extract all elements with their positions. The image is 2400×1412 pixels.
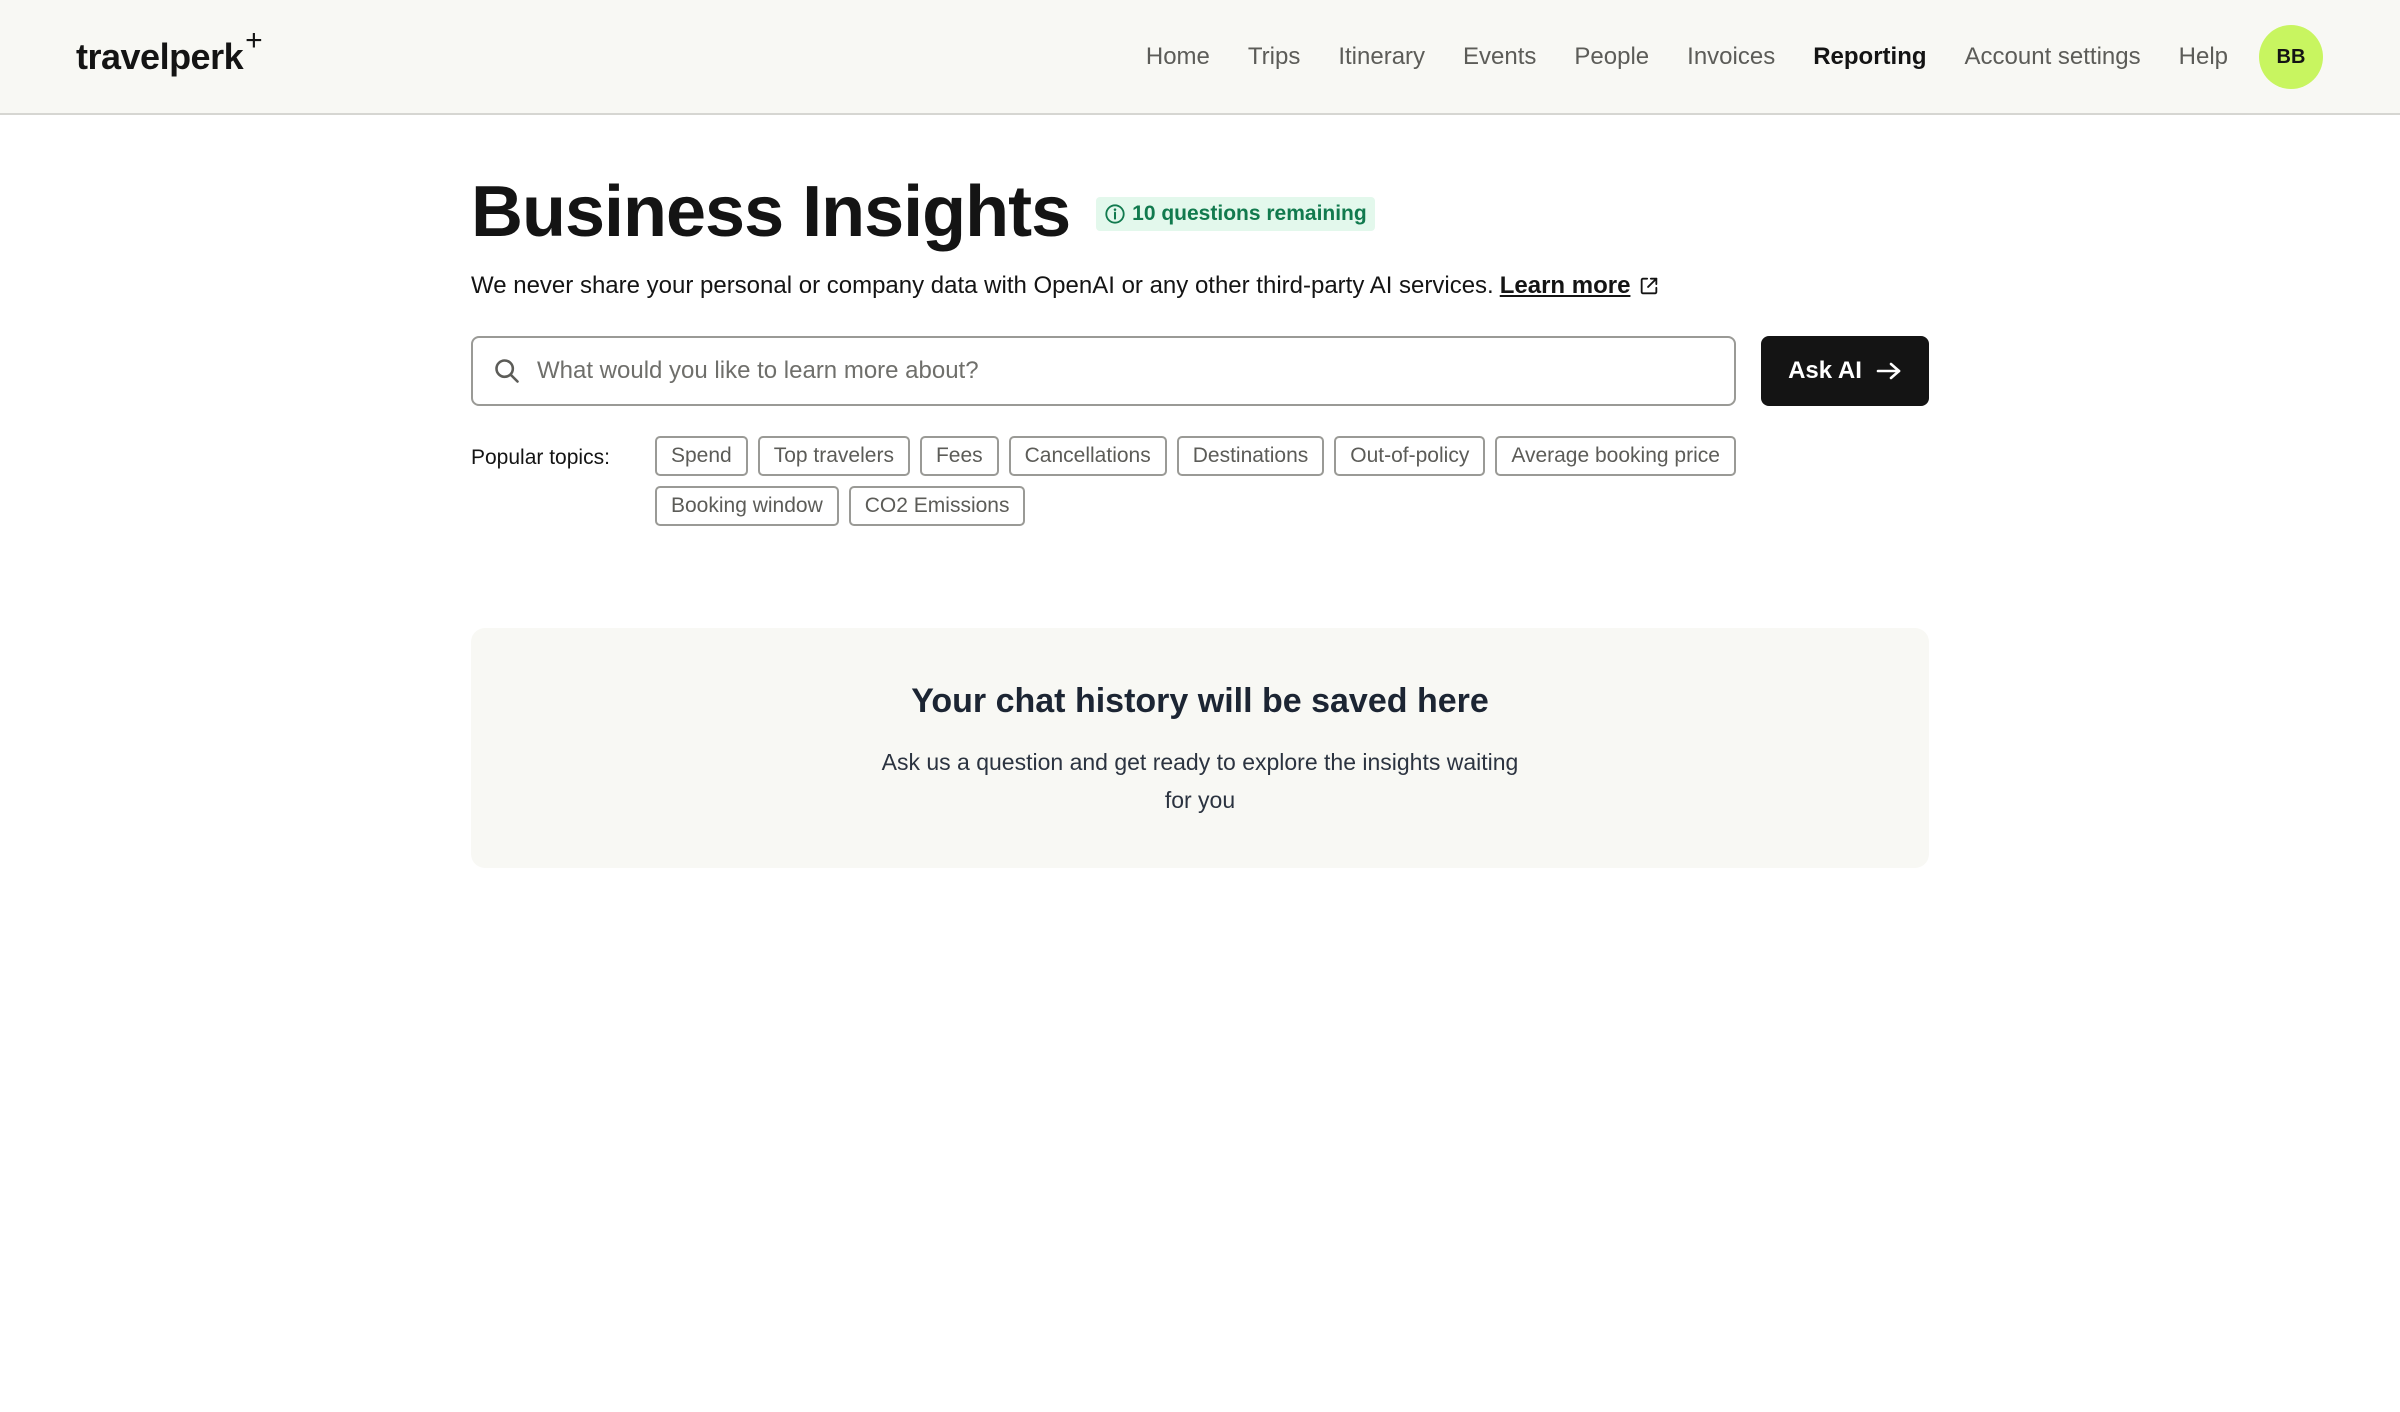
nav-item-account-settings[interactable]: Account settings: [1965, 43, 2141, 71]
chat-history-placeholder: Your chat history will be saved here Ask…: [471, 628, 1929, 868]
topic-chip-co2-emissions[interactable]: CO2 Emissions: [848, 486, 1026, 526]
disclaimer-text: We never share your personal or company …: [471, 272, 1494, 299]
main-content: Business Insights 10 questions remaining…: [471, 170, 1929, 868]
topic-chip-average-booking-price[interactable]: Average booking price: [1495, 436, 1736, 476]
nav-item-reporting[interactable]: Reporting: [1813, 43, 1926, 71]
chat-history-subtitle: Ask us a question and get ready to explo…: [881, 749, 1519, 813]
info-icon: [1105, 204, 1125, 224]
nav-item-itinerary[interactable]: Itinerary: [1338, 43, 1425, 71]
chat-history-title: Your chat history will be saved here: [911, 682, 1489, 720]
main-nav: Home Trips Itinerary Events People Invoi…: [1146, 0, 2228, 113]
learn-more-link[interactable]: Learn more: [1500, 272, 1631, 300]
ask-ai-button[interactable]: Ask AI: [1761, 336, 1929, 406]
user-avatar[interactable]: BB: [2259, 25, 2323, 89]
nav-item-help[interactable]: Help: [2179, 43, 2228, 71]
questions-remaining-badge: 10 questions remaining: [1096, 197, 1375, 231]
topic-chip-out-of-policy[interactable]: Out-of-policy: [1334, 436, 1486, 476]
badge-text: 10 questions remaining: [1132, 202, 1367, 225]
external-link-icon[interactable]: [1638, 275, 1660, 297]
travelperk-logo[interactable]: travelperk +: [76, 26, 263, 80]
topic-chip-top-travelers[interactable]: Top travelers: [757, 436, 910, 476]
topic-chip-booking-window[interactable]: Booking window: [655, 486, 839, 526]
nav-item-invoices[interactable]: Invoices: [1687, 43, 1775, 71]
nav-item-people[interactable]: People: [1574, 43, 1649, 71]
search-icon: [495, 359, 519, 383]
topic-chip-cancellations[interactable]: Cancellations: [1008, 436, 1167, 476]
logo-text: travelperk: [76, 36, 244, 77]
topic-chip-spend[interactable]: Spend: [655, 436, 748, 476]
page-title: Business Insights: [471, 172, 1071, 252]
logo-plus-mark: +: [245, 24, 263, 57]
topic-chips: Spend Top travelers Fees Cancellations D…: [655, 436, 1855, 526]
ask-ai-label: Ask AI: [1788, 357, 1862, 384]
search-input[interactable]: [537, 341, 1734, 401]
nav-item-home[interactable]: Home: [1146, 43, 1210, 71]
nav-item-events[interactable]: Events: [1463, 43, 1536, 71]
topic-chip-fees[interactable]: Fees: [919, 436, 999, 476]
title-row: Business Insights 10 questions remaining: [471, 170, 1929, 254]
topic-chip-destinations[interactable]: Destinations: [1176, 436, 1325, 476]
nav-item-trips[interactable]: Trips: [1248, 43, 1300, 71]
arrow-right-icon: [1876, 362, 1901, 380]
privacy-disclaimer: We never share your personal or company …: [471, 272, 1929, 300]
popular-topics-label: Popular topics:: [471, 446, 610, 469]
top-navigation-bar: travelperk + Home Trips Itinerary Events…: [0, 0, 2400, 115]
search-row: Ask AI: [471, 336, 1929, 406]
search-box[interactable]: [471, 336, 1736, 406]
